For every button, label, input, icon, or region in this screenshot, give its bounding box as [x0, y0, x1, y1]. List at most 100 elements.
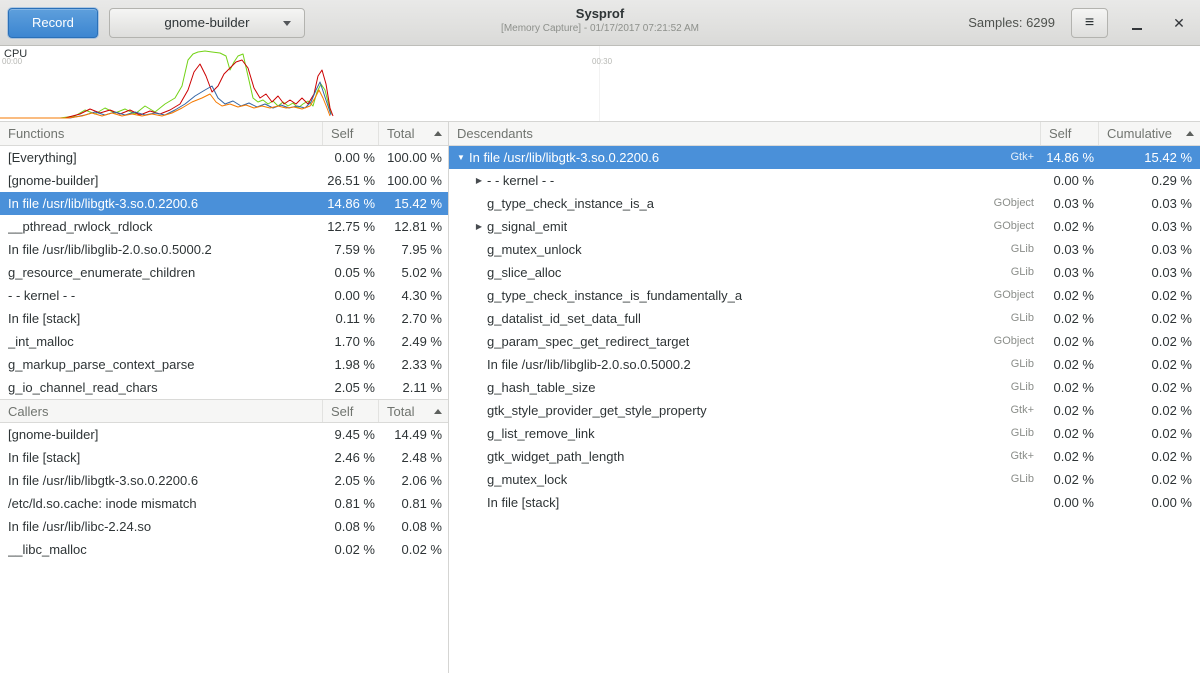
row-label: _int_malloc: [8, 330, 74, 353]
record-button[interactable]: Record: [8, 8, 98, 38]
row-label: In file /usr/lib/libgtk-3.so.0.2200.6: [8, 469, 198, 492]
close-button[interactable]: ✕: [1166, 10, 1192, 36]
table-row[interactable]: g_resource_enumerate_children0.05 %5.02 …: [0, 261, 448, 284]
table-row[interactable]: In file [stack]0.11 %2.70 %: [0, 307, 448, 330]
total-value: 0.03 %: [1098, 261, 1200, 284]
table-row[interactable]: g_markup_parse_context_parse1.98 %2.33 %: [0, 353, 448, 376]
row-label: g_resource_enumerate_children: [8, 261, 195, 284]
column-header-self[interactable]: Self: [322, 400, 378, 422]
column-header-self[interactable]: Self: [322, 122, 378, 145]
row-label: In file /usr/lib/libgtk-3.so.0.2200.6: [8, 192, 198, 215]
row-name-cell: __pthread_rwlock_rdlock: [0, 215, 322, 238]
table-row[interactable]: In file [stack]2.46 %2.48 %: [0, 446, 448, 469]
row-name-cell: - - kernel - -: [0, 284, 322, 307]
table-row[interactable]: g_hash_table_sizeGLib0.02 %0.02 %: [449, 376, 1200, 399]
row-name-cell: g_mutex_unlock: [449, 238, 960, 261]
library-category-label: [960, 169, 1040, 192]
table-row[interactable]: g_type_check_instance_is_fundamentally_a…: [449, 284, 1200, 307]
column-header-total-label: Total: [387, 404, 414, 419]
total-value: 2.48 %: [378, 446, 448, 469]
total-value: 0.02 %: [1098, 330, 1200, 353]
table-row[interactable]: __pthread_rwlock_rdlock12.75 %12.81 %: [0, 215, 448, 238]
table-row[interactable]: _int_malloc1.70 %2.49 %: [0, 330, 448, 353]
self-value: 0.03 %: [1040, 238, 1098, 261]
table-row[interactable]: gtk_style_provider_get_style_propertyGtk…: [449, 399, 1200, 422]
row-name-cell: In file [stack]: [449, 491, 960, 514]
total-value: 4.30 %: [378, 284, 448, 307]
row-label: g_markup_parse_context_parse: [8, 353, 194, 376]
table-row[interactable]: g_datalist_id_set_data_fullGLib0.02 %0.0…: [449, 307, 1200, 330]
sort-ascending-icon: [1186, 131, 1194, 136]
table-row[interactable]: g_mutex_lockGLib0.02 %0.02 %: [449, 468, 1200, 491]
column-header-cumulative[interactable]: Cumulative: [1098, 122, 1200, 145]
column-header-total[interactable]: Total: [378, 122, 448, 145]
self-value: 2.05 %: [322, 469, 378, 492]
row-name-cell: g_datalist_id_set_data_full: [449, 307, 960, 330]
self-value: 0.02 %: [1040, 468, 1098, 491]
table-row[interactable]: /etc/ld.so.cache: inode mismatch0.81 %0.…: [0, 492, 448, 515]
column-header-total[interactable]: Total: [378, 400, 448, 422]
table-row[interactable]: In file /usr/lib/libc-2.24.so0.08 %0.08 …: [0, 515, 448, 538]
table-row[interactable]: g_list_remove_linkGLib0.02 %0.02 %: [449, 422, 1200, 445]
table-row[interactable]: In file /usr/lib/libglib-2.0.so.0.5000.2…: [449, 353, 1200, 376]
table-row[interactable]: [gnome-builder]26.51 %100.00 %: [0, 169, 448, 192]
table-row[interactable]: In file /usr/lib/libgtk-3.so.0.2200.6 2.0…: [0, 469, 448, 492]
cpu-usage-chart[interactable]: CPU 00:00 00:30: [0, 46, 1200, 122]
process-selector-dropdown[interactable]: gnome-builder: [109, 8, 305, 38]
library-category-label: Gtk+: [960, 146, 1040, 169]
table-row[interactable]: g_param_spec_get_redirect_targetGObject0…: [449, 330, 1200, 353]
table-row[interactable]: ▼In file /usr/lib/libgtk-3.so.0.2200.6Gt…: [449, 146, 1200, 169]
self-value: 0.02 %: [1040, 422, 1098, 445]
table-row[interactable]: __libc_malloc0.02 %0.02 %: [0, 538, 448, 561]
column-header-callers[interactable]: Callers: [0, 400, 322, 422]
library-category-label: GLib: [960, 376, 1040, 399]
column-header-total-label: Total: [387, 126, 414, 141]
row-label: __libc_malloc: [8, 538, 87, 561]
total-value: 0.08 %: [378, 515, 448, 538]
table-row[interactable]: gtk_widget_path_lengthGtk+0.02 %0.02 %: [449, 445, 1200, 468]
self-value: 12.75 %: [322, 215, 378, 238]
row-expand-icon[interactable]: ▶: [471, 215, 487, 238]
total-value: 5.02 %: [378, 261, 448, 284]
table-row[interactable]: g_slice_allocGLib0.03 %0.03 %: [449, 261, 1200, 284]
row-name-cell: g_slice_alloc: [449, 261, 960, 284]
table-row[interactable]: g_io_channel_read_chars2.05 %2.11 %: [0, 376, 448, 399]
self-value: 0.02 %: [322, 538, 378, 561]
total-value: 2.11 %: [378, 376, 448, 399]
self-value: 0.03 %: [1040, 192, 1098, 215]
column-header-descendants[interactable]: Descendants: [449, 122, 1040, 145]
row-label: g_type_check_instance_is_fundamentally_a: [487, 284, 742, 307]
menu-button[interactable]: ≡: [1071, 8, 1108, 38]
row-name-cell: gtk_style_provider_get_style_property: [449, 399, 960, 422]
table-row[interactable]: ▶- - kernel - -0.00 %0.29 %: [449, 169, 1200, 192]
column-header-functions[interactable]: Functions: [0, 122, 322, 145]
table-row[interactable]: ▶g_signal_emitGObject0.02 %0.03 %: [449, 215, 1200, 238]
total-value: 0.02 %: [1098, 445, 1200, 468]
self-value: 14.86 %: [1040, 146, 1098, 169]
descendants-table: ▼In file /usr/lib/libgtk-3.so.0.2200.6Gt…: [449, 146, 1200, 514]
table-row[interactable]: g_mutex_unlockGLib0.03 %0.03 %: [449, 238, 1200, 261]
table-row[interactable]: In file [stack]0.00 %0.00 %: [449, 491, 1200, 514]
column-header-self[interactable]: Self: [1040, 122, 1098, 145]
self-value: 7.59 %: [322, 238, 378, 261]
record-button-label: Record: [32, 15, 74, 30]
table-row[interactable]: - - kernel - -0.00 %4.30 %: [0, 284, 448, 307]
total-value: 0.03 %: [1098, 192, 1200, 215]
row-expand-icon[interactable]: ▶: [471, 169, 487, 192]
row-label: gtk_style_provider_get_style_property: [487, 399, 707, 422]
self-value: 0.00 %: [1040, 169, 1098, 192]
table-row[interactable]: In file /usr/lib/libgtk-3.so.0.2200.614.…: [0, 192, 448, 215]
table-row[interactable]: g_type_check_instance_is_aGObject0.03 %0…: [449, 192, 1200, 215]
table-row[interactable]: In file /usr/lib/libglib-2.0.so.0.5000.2…: [0, 238, 448, 261]
self-value: 0.02 %: [1040, 307, 1098, 330]
row-name-cell: g_hash_table_size: [449, 376, 960, 399]
table-row[interactable]: [gnome-builder]9.45 %14.49 %: [0, 423, 448, 446]
total-value: 0.02 %: [1098, 353, 1200, 376]
table-row[interactable]: [Everything]0.00 %100.00 %: [0, 146, 448, 169]
minimize-button[interactable]: [1124, 10, 1150, 36]
row-collapse-icon[interactable]: ▼: [453, 146, 469, 169]
row-name-cell: In file /usr/lib/libgtk-3.so.0.2200.6: [0, 192, 322, 215]
sort-ascending-icon: [434, 131, 442, 136]
row-label: [Everything]: [8, 146, 77, 169]
self-value: 0.02 %: [1040, 353, 1098, 376]
